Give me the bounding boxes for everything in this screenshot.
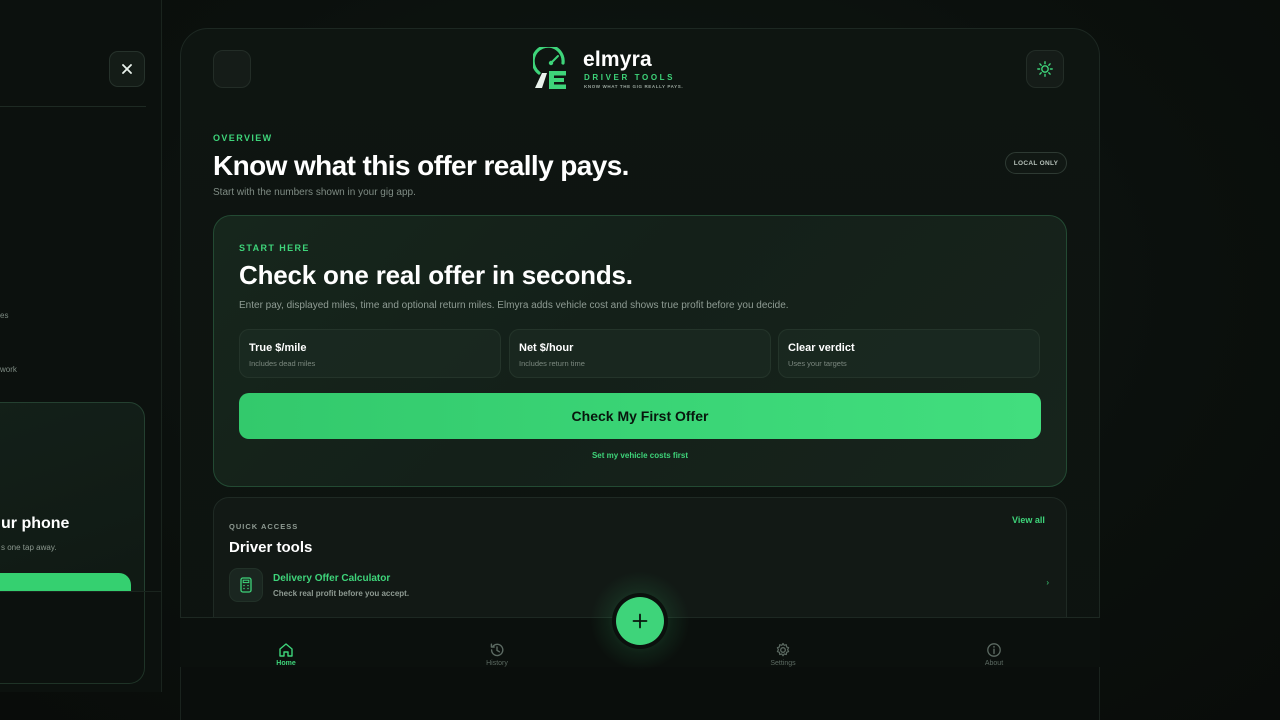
metric-title: Clear verdict	[788, 342, 855, 354]
brand-tagline: KNOW WHAT THE GIG REALLY PAYS.	[584, 84, 684, 89]
drawer-divider	[0, 106, 146, 107]
gear-icon	[776, 642, 790, 657]
close-icon	[122, 64, 132, 74]
brand-subtitle: DRIVER TOOLS	[584, 73, 676, 82]
hero-description: Enter pay, displayed miles, time and opt…	[239, 300, 789, 311]
tab-home[interactable]: Home	[256, 642, 316, 667]
drawer-close-button[interactable]	[109, 51, 145, 87]
brand-name: elmyra	[583, 48, 652, 71]
metric-title: Net $/hour	[519, 342, 574, 354]
info-icon	[987, 643, 1001, 657]
tab-label: About	[984, 660, 1004, 667]
tab-settings[interactable]: Settings	[753, 642, 813, 667]
calculator-icon	[240, 577, 252, 593]
local-only-badge: LOCAL ONLY	[1005, 152, 1067, 174]
tool-name: Delivery Offer Calculator	[273, 573, 391, 584]
home-icon	[279, 643, 293, 657]
drawer-card-subtitle: s one tap away.	[1, 543, 57, 552]
tool-icon-box	[229, 568, 263, 602]
tab-label: History	[486, 660, 508, 667]
metric-card-clear-verdict: Clear verdict Uses your targets	[778, 329, 1040, 378]
metric-subtitle: Includes return time	[519, 359, 585, 368]
page-subtitle: Start with the numbers shown in your gig…	[213, 187, 416, 198]
start-here-card: START HERE Check one real offer in secon…	[213, 215, 1067, 487]
page-title: Know what this offer really pays.	[213, 150, 629, 181]
tab-about[interactable]: About	[964, 642, 1024, 667]
tab-label: Settings	[770, 660, 796, 667]
plus-icon	[632, 613, 648, 629]
quick-access-title: Driver tools	[229, 539, 313, 556]
fab-inner	[616, 597, 664, 645]
tab-label: Home	[276, 660, 296, 667]
chevron-right-icon: ›	[1046, 578, 1049, 587]
menu-button[interactable]	[213, 50, 251, 88]
side-drawer: es work ur phone s one tap away.	[0, 0, 162, 692]
tool-subtitle: Check real profit before you accept.	[273, 589, 410, 598]
drawer-text-fragment: es	[0, 311, 9, 320]
theme-toggle-button[interactable]	[1026, 50, 1064, 88]
check-first-offer-button[interactable]: Check My First Offer	[239, 393, 1041, 439]
tab-history[interactable]: History	[467, 642, 527, 667]
add-offer-button[interactable]	[612, 593, 668, 649]
quick-access-eyebrow: QUICK ACCESS	[229, 522, 299, 531]
brand-logo: elmyra DRIVER TOOLS KNOW WHAT THE GIG RE…	[533, 47, 693, 91]
drawer-text-fragment: work	[0, 365, 17, 374]
set-vehicle-costs-link[interactable]: Set my vehicle costs first	[214, 451, 1066, 460]
drawer-card-outline	[0, 592, 145, 684]
overview-eyebrow: OVERVIEW	[213, 133, 273, 143]
hero-eyebrow: START HERE	[239, 243, 310, 253]
metric-card-net-per-hour: Net $/hour Includes return time	[509, 329, 771, 378]
app-frame-bottom	[180, 667, 1100, 720]
sun-icon	[1037, 61, 1053, 77]
elmyra-logo-icon	[533, 47, 566, 89]
drawer-card-title: ur phone	[1, 515, 70, 532]
history-icon	[490, 643, 504, 657]
view-all-link[interactable]: View all	[1012, 515, 1045, 525]
hero-title: Check one real offer in seconds.	[239, 260, 633, 290]
metric-card-true-per-mile: True $/mile Includes dead miles	[239, 329, 501, 378]
metric-subtitle: Includes dead miles	[249, 359, 316, 368]
metric-title: True $/mile	[249, 342, 307, 354]
metric-subtitle: Uses your targets	[788, 359, 847, 368]
